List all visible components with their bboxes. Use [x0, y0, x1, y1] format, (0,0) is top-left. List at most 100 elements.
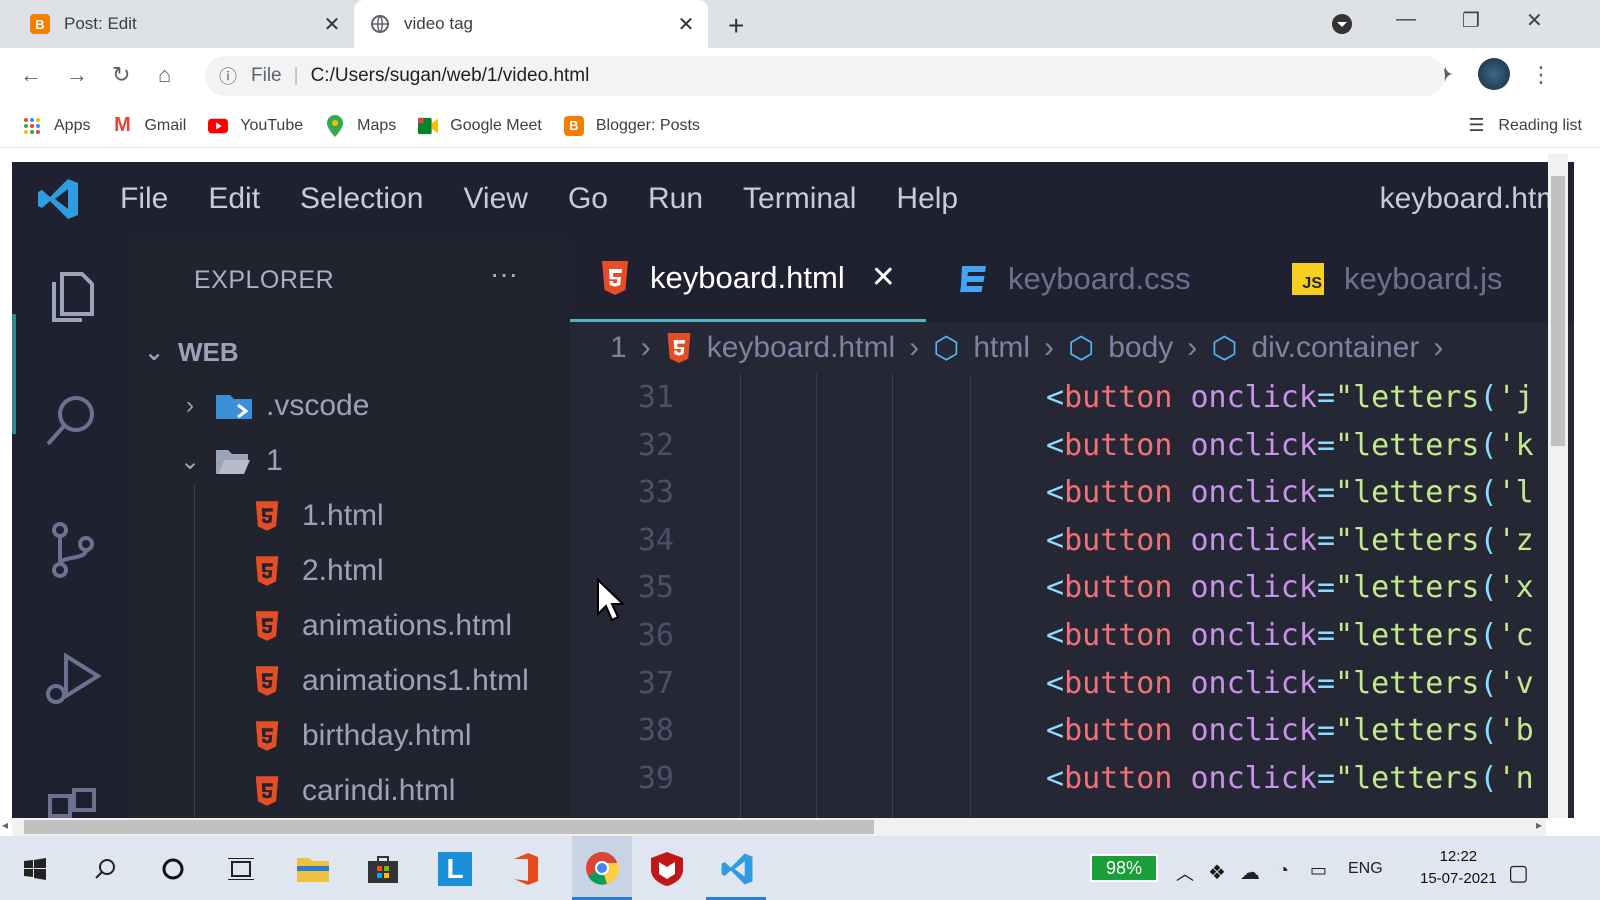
microsoft-store-icon[interactable]: [360, 846, 406, 892]
breadcrumb-item[interactable]: div.container: [1251, 331, 1419, 365]
wifi-icon[interactable]: ◔: [1278, 860, 1289, 881]
menu-selection[interactable]: Selection: [300, 182, 423, 216]
tree-item-file[interactable]: animations.html: [254, 606, 512, 646]
battery-indicator[interactable]: 98%: [1090, 854, 1158, 882]
code-line[interactable]: 38 <button onclick="letters('b: [570, 713, 1574, 759]
minimize-icon[interactable]: —: [1396, 8, 1416, 31]
reading-list-button[interactable]: ☰ Reading list: [1466, 115, 1582, 136]
bookmark-maps[interactable]: Maps: [325, 114, 396, 137]
breadcrumb-item[interactable]: keyboard.html: [707, 331, 895, 365]
restore-icon[interactable]: ❐: [1462, 8, 1480, 33]
vscode-taskbar-icon[interactable]: [706, 846, 766, 900]
avatar[interactable]: [1478, 58, 1510, 90]
new-tab-button[interactable]: +: [728, 10, 744, 42]
onedrive-icon[interactable]: ☁: [1240, 860, 1260, 885]
windows-start-icon[interactable]: [12, 846, 58, 892]
video-player[interactable]: File Edit Selection View Go Run Terminal…: [12, 162, 1574, 818]
code-line[interactable]: 34 <button onclick="letters('z: [570, 523, 1574, 569]
tree-item-folder-1[interactable]: ⌄ 1: [176, 441, 283, 481]
extensions-icon[interactable]: [40, 776, 104, 818]
tree-label: animations1.html: [302, 664, 529, 697]
close-tab-icon[interactable]: ✕: [674, 12, 698, 37]
editor-tab-keyboard-css[interactable]: keyboard.css: [956, 236, 1191, 322]
code-text: <button onclick="letters('j: [1046, 380, 1534, 415]
language-indicator[interactable]: ENG: [1348, 860, 1383, 878]
code-line[interactable]: 32 <button onclick="letters('k: [570, 428, 1574, 474]
back-icon[interactable]: ←: [20, 62, 42, 88]
address-bar[interactable]: ⓘ File | C:/Users/sugan/web/1/video.html: [205, 56, 1445, 96]
dropbox-icon[interactable]: ❖: [1208, 860, 1226, 885]
search-icon[interactable]: [82, 846, 128, 892]
office-icon[interactable]: [502, 846, 548, 892]
source-control-icon[interactable]: [40, 518, 104, 582]
chrome-taskbar-icon[interactable]: [572, 836, 632, 900]
code-line[interactable]: 36 <button onclick="letters('c: [570, 618, 1574, 664]
menu-go[interactable]: Go: [568, 182, 608, 216]
browser-tab-post-edit[interactable]: B Post: Edit ✕: [14, 0, 354, 48]
tree-item-vscode[interactable]: › .vscode: [176, 386, 369, 426]
file-explorer-icon[interactable]: [290, 846, 336, 892]
scroll-right-icon[interactable]: ▸: [1536, 818, 1542, 832]
menu-help[interactable]: Help: [896, 182, 958, 216]
forward-icon[interactable]: →: [66, 62, 88, 88]
files-icon[interactable]: [40, 264, 104, 328]
bookmark-blogger-posts[interactable]: B Blogger: Posts: [563, 115, 700, 136]
code-line[interactable]: 37 <button onclick="letters('v: [570, 666, 1574, 712]
code-line[interactable]: 35 <button onclick="letters('x: [570, 570, 1574, 616]
close-tab-icon[interactable]: ✕: [871, 260, 896, 295]
vertical-scrollbar[interactable]: [1548, 154, 1568, 818]
bookmark-gmail[interactable]: M Gmail: [112, 114, 186, 136]
menu-run[interactable]: Run: [648, 182, 703, 216]
notification-icon[interactable]: ▢: [1508, 860, 1529, 886]
tree-item-file[interactable]: 1.html: [254, 496, 384, 536]
close-tab-icon[interactable]: ✕: [320, 12, 344, 37]
cortana-icon[interactable]: [150, 846, 196, 892]
menu-kebab-icon[interactable]: ⋮: [1530, 62, 1552, 88]
menu-edit[interactable]: Edit: [208, 182, 260, 216]
horizontal-scrollbar[interactable]: ◂ ▸: [2, 818, 1546, 836]
editor-tab-keyboard-html[interactable]: keyboard.html ✕: [570, 236, 926, 322]
tree-item-file[interactable]: carindi.html: [254, 771, 455, 811]
menu-terminal[interactable]: Terminal: [743, 182, 856, 216]
tree-item-file[interactable]: 2.html: [254, 551, 384, 591]
tab-search-icon[interactable]: [1330, 12, 1354, 42]
scrollbar-thumb[interactable]: [24, 820, 874, 834]
breadcrumb-item[interactable]: 1: [610, 331, 627, 365]
info-icon: ⓘ: [219, 67, 237, 87]
code-text: <button onclick="letters('l: [1046, 475, 1534, 511]
more-actions-icon[interactable]: ···: [490, 258, 518, 290]
search-icon[interactable]: [40, 388, 104, 452]
code-line[interactable]: 39 <button onclick="letters('n: [570, 761, 1574, 807]
code-line[interactable]: 31 <button onclick="letters('j: [570, 380, 1574, 426]
editor-tab-keyboard-js[interactable]: JS keyboard.js: [1292, 236, 1503, 322]
scrollbar-thumb[interactable]: [1551, 176, 1565, 446]
app-l-icon[interactable]: L: [432, 846, 478, 892]
code-line[interactable]: 33 <button onclick="letters('l: [570, 475, 1574, 521]
browser-tab-video-tag[interactable]: video tag ✕: [354, 0, 708, 48]
task-view-icon[interactable]: [218, 846, 264, 892]
breadcrumb-item[interactable]: body: [1108, 331, 1173, 365]
bookmark-youtube[interactable]: YouTube: [208, 116, 303, 136]
js-icon: JS: [1292, 263, 1324, 295]
mcafee-icon[interactable]: [644, 846, 690, 892]
reload-icon[interactable]: ↻: [112, 62, 130, 88]
tree-item-file[interactable]: animations1.html: [254, 661, 529, 701]
code-text: <button onclick="letters('v: [1046, 665, 1534, 701]
breadcrumb-item[interactable]: html: [973, 331, 1030, 365]
chevron-up-icon[interactable]: ︿: [1176, 860, 1194, 886]
workspace-root[interactable]: ⌄ WEB: [140, 332, 239, 372]
menu-view[interactable]: View: [463, 182, 527, 216]
run-debug-icon[interactable]: [40, 646, 104, 710]
tree-item-file[interactable]: birthday.html: [254, 716, 472, 756]
code-text: <button onclick="letters('z: [1046, 522, 1534, 558]
menu-file[interactable]: File: [120, 182, 168, 216]
clock[interactable]: 12:22 15-07-2021: [1420, 846, 1497, 890]
close-window-icon[interactable]: ✕: [1526, 8, 1543, 33]
scroll-left-icon[interactable]: ◂: [2, 818, 8, 832]
bookmark-apps[interactable]: Apps: [22, 116, 90, 136]
battery-tray-icon[interactable]: ▭: [1310, 860, 1327, 881]
bookmark-google-meet[interactable]: Google Meet: [418, 116, 542, 136]
symbol-cube-icon: ⬡: [933, 331, 960, 365]
symbol-cube-icon: ⬡: [1211, 331, 1238, 365]
home-icon[interactable]: ⌂: [158, 62, 171, 88]
